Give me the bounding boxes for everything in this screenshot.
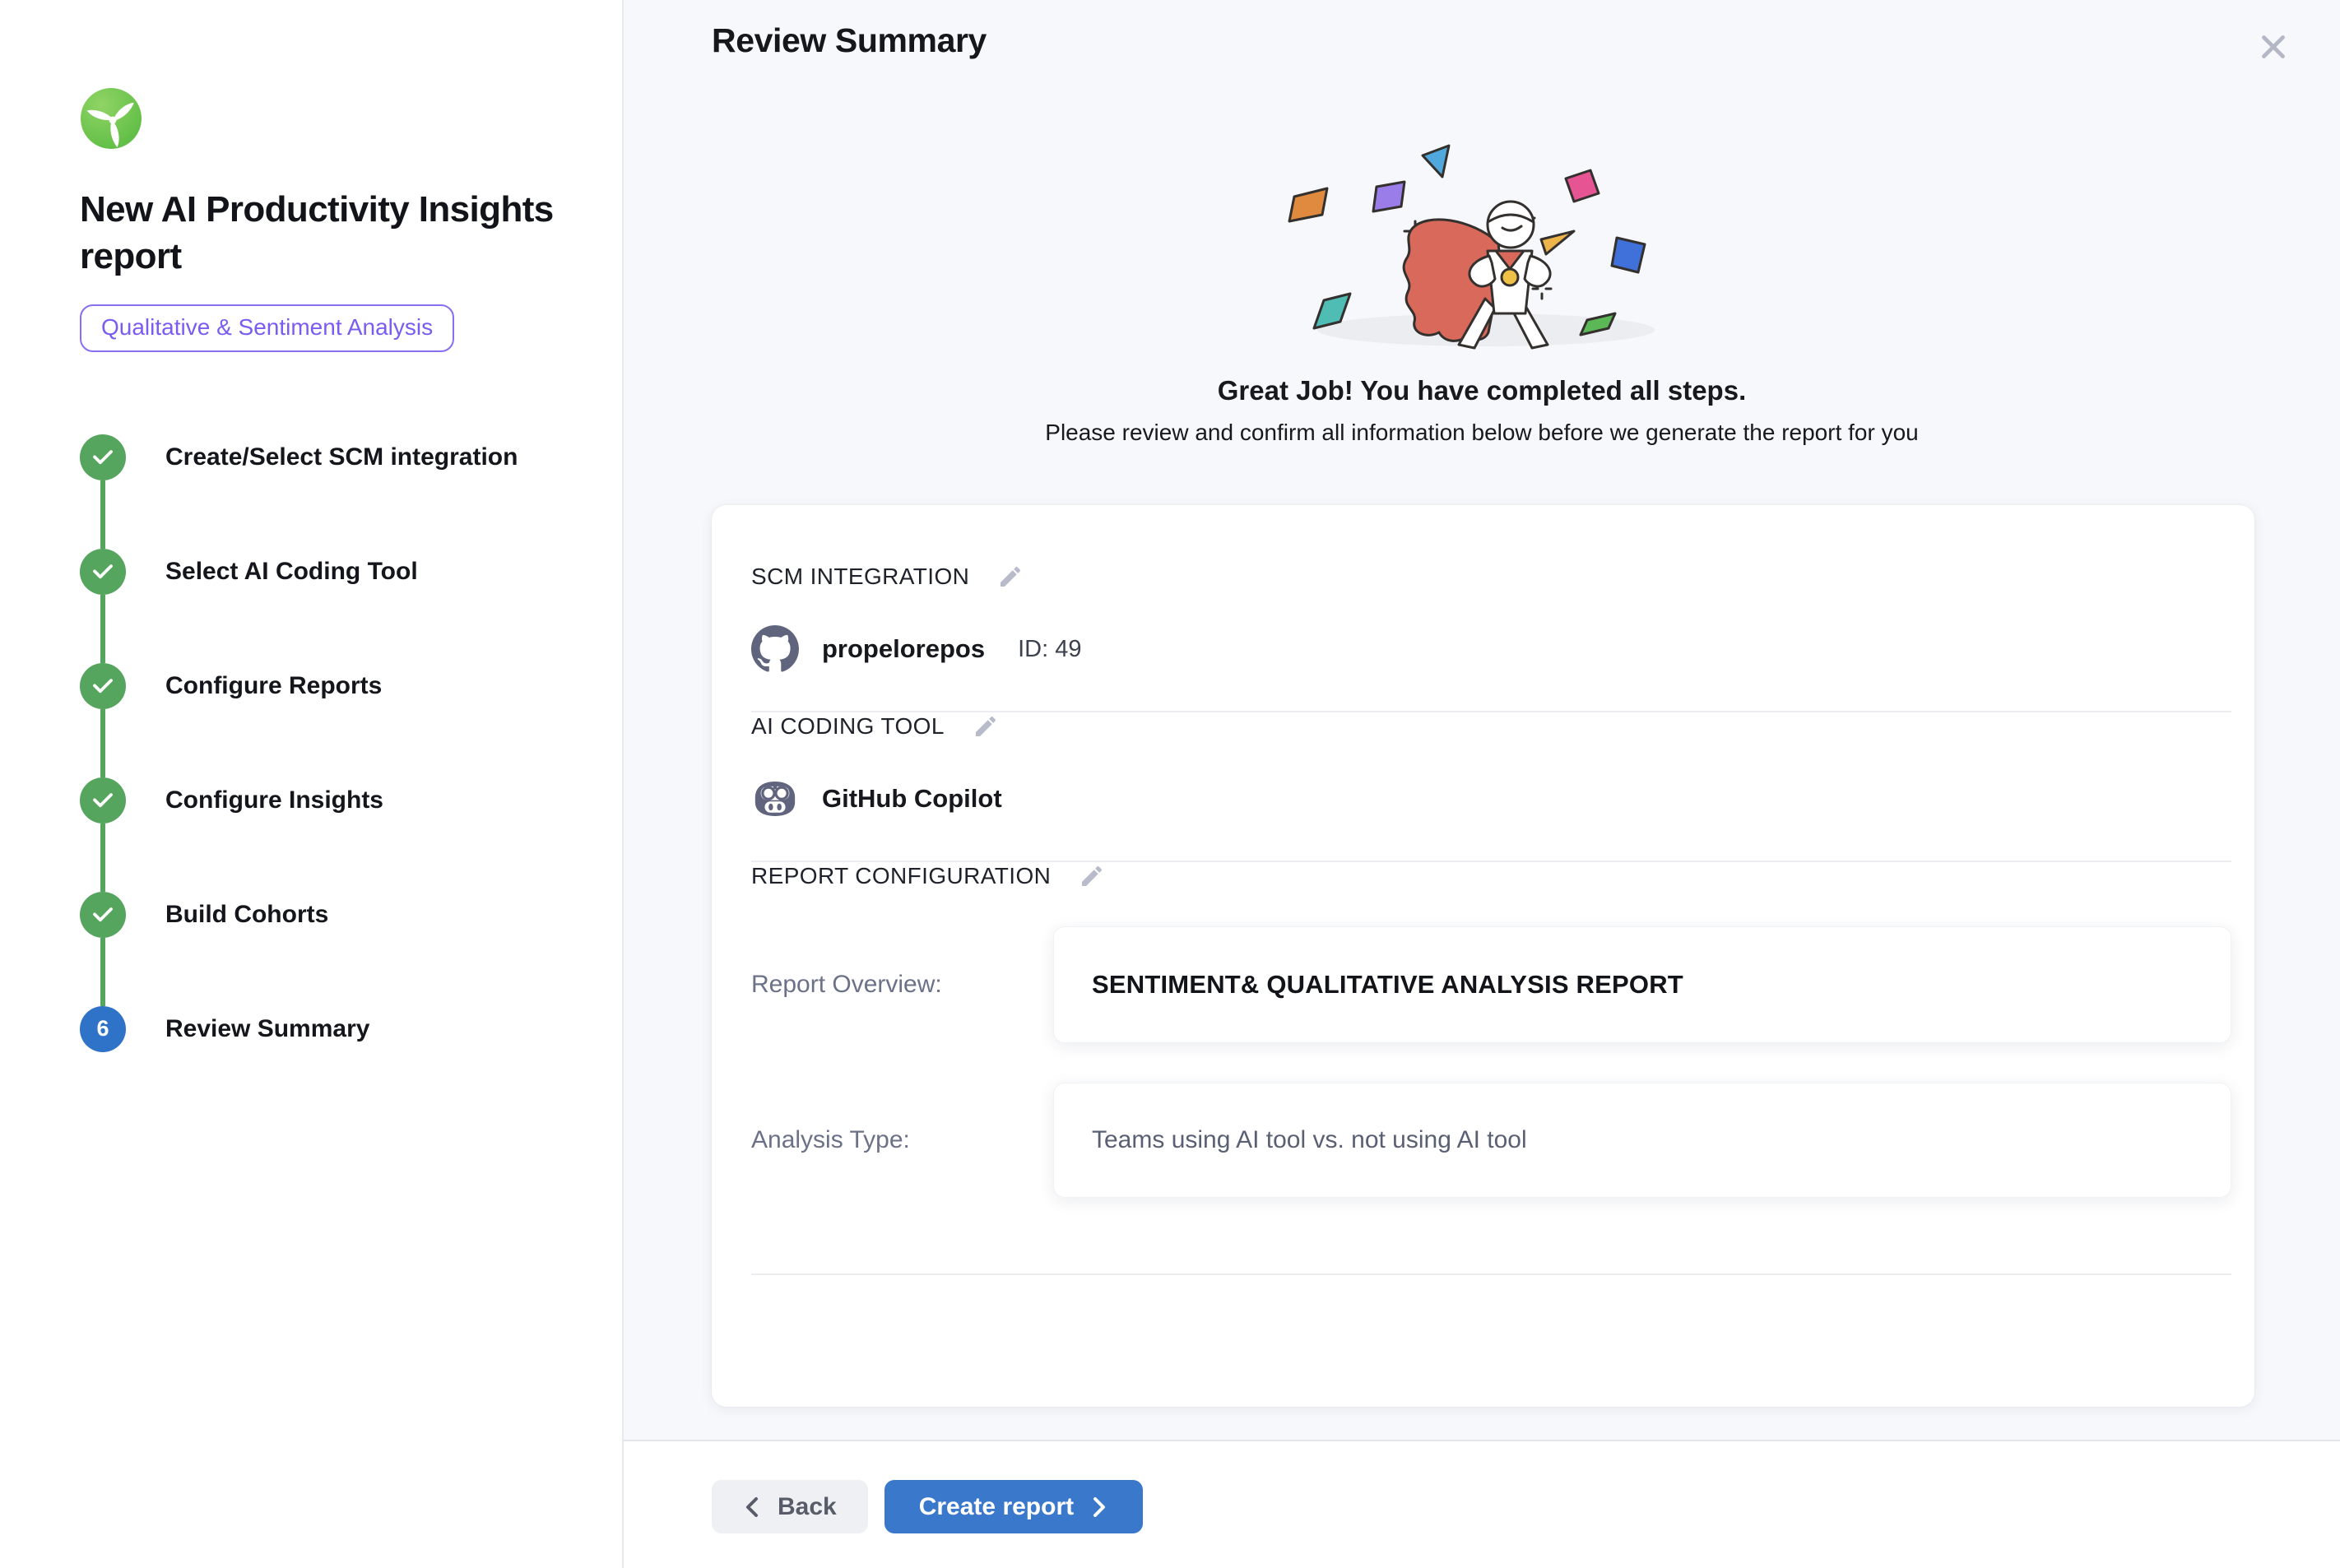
analysis-type-label: Analysis Type: xyxy=(751,1126,1053,1154)
wizard-footer: Back Create report xyxy=(624,1440,2340,1568)
scm-integration-label: SCM INTEGRATION xyxy=(751,563,969,591)
step-done-icon xyxy=(80,777,126,823)
panel-header: Review Summary xyxy=(624,0,2340,73)
step-done-icon xyxy=(80,892,126,938)
step-done-icon xyxy=(80,434,126,480)
step-create-select-scm[interactable]: Create/Select SCM integration xyxy=(80,434,589,549)
page-title: Review Summary xyxy=(712,21,987,60)
chevron-right-icon xyxy=(1089,1496,1108,1519)
report-title: New AI Productivity Insights report xyxy=(80,186,565,280)
report-overview-label: Report Overview: xyxy=(751,971,1053,999)
step-configure-insights[interactable]: Configure Insights xyxy=(80,777,589,892)
step-review-summary[interactable]: 6 Review Summary xyxy=(80,1006,589,1052)
step-configure-reports[interactable]: Configure Reports xyxy=(80,663,589,777)
step-build-cohorts[interactable]: Build Cohorts xyxy=(80,892,589,1006)
superhero-confetti-illustration xyxy=(1251,139,1712,358)
chevron-left-icon xyxy=(743,1496,763,1519)
report-type-badge: Qualitative & Sentiment Analysis xyxy=(80,304,454,352)
ai-coding-tool-name: GitHub Copilot xyxy=(822,784,1002,814)
edit-scm-pencil-icon[interactable] xyxy=(997,564,1024,590)
review-summary-content: Review Summary xyxy=(624,0,2340,1440)
edit-report-config-pencil-icon[interactable] xyxy=(1079,863,1105,889)
completion-subheading: Please review and confirm all informatio… xyxy=(624,420,2340,446)
step-done-icon xyxy=(80,549,126,595)
report-configuration-label: REPORT CONFIGURATION xyxy=(751,862,1051,890)
analysis-type-row: Analysis Type: Teams using AI tool vs. n… xyxy=(751,1083,2231,1198)
propeller-logo-icon xyxy=(80,87,142,150)
step-select-ai-tool[interactable]: Select AI Coding Tool xyxy=(80,549,589,663)
edit-ai-tool-pencil-icon[interactable] xyxy=(973,713,999,740)
back-button[interactable]: Back xyxy=(712,1480,868,1533)
report-overview-value: SENTIMENT& QUALITATIVE ANALYSIS REPORT xyxy=(1053,926,2231,1043)
scm-integration-section: SCM INTEGRATION propelorepos ID: 49 xyxy=(751,563,2231,712)
analysis-type-value: Teams using AI tool vs. not using AI too… xyxy=(1053,1083,2231,1198)
close-icon[interactable] xyxy=(2249,23,2297,73)
step-done-icon xyxy=(80,663,126,709)
completion-hero: Great Job! You have completed all steps.… xyxy=(624,139,2340,446)
copilot-icon xyxy=(751,779,799,819)
github-icon xyxy=(751,625,799,673)
ai-coding-tool-section: AI CODING TOOL xyxy=(751,712,2231,862)
wizard-stepper: Create/Select SCM integration Select AI … xyxy=(80,434,589,1052)
report-configuration-section: REPORT CONFIGURATION Report Overview: SE… xyxy=(751,862,2231,1407)
scm-integration-name: propelorepos xyxy=(822,634,985,664)
review-summary-card: SCM INTEGRATION propelorepos ID: 49 AI C… xyxy=(712,505,2254,1407)
completion-heading: Great Job! You have completed all steps. xyxy=(624,375,2340,406)
create-report-button[interactable]: Create report xyxy=(884,1480,1143,1533)
report-overview-row: Report Overview: SENTIMENT& QUALITATIVE … xyxy=(751,926,2231,1043)
step-active-indicator: 6 xyxy=(80,1006,126,1052)
wizard-sidebar: New AI Productivity Insights report Qual… xyxy=(0,0,624,1568)
review-summary-panel: Review Summary xyxy=(624,0,2340,1568)
scm-integration-id: ID: 49 xyxy=(1018,636,1081,663)
ai-coding-tool-label: AI CODING TOOL xyxy=(751,712,945,740)
